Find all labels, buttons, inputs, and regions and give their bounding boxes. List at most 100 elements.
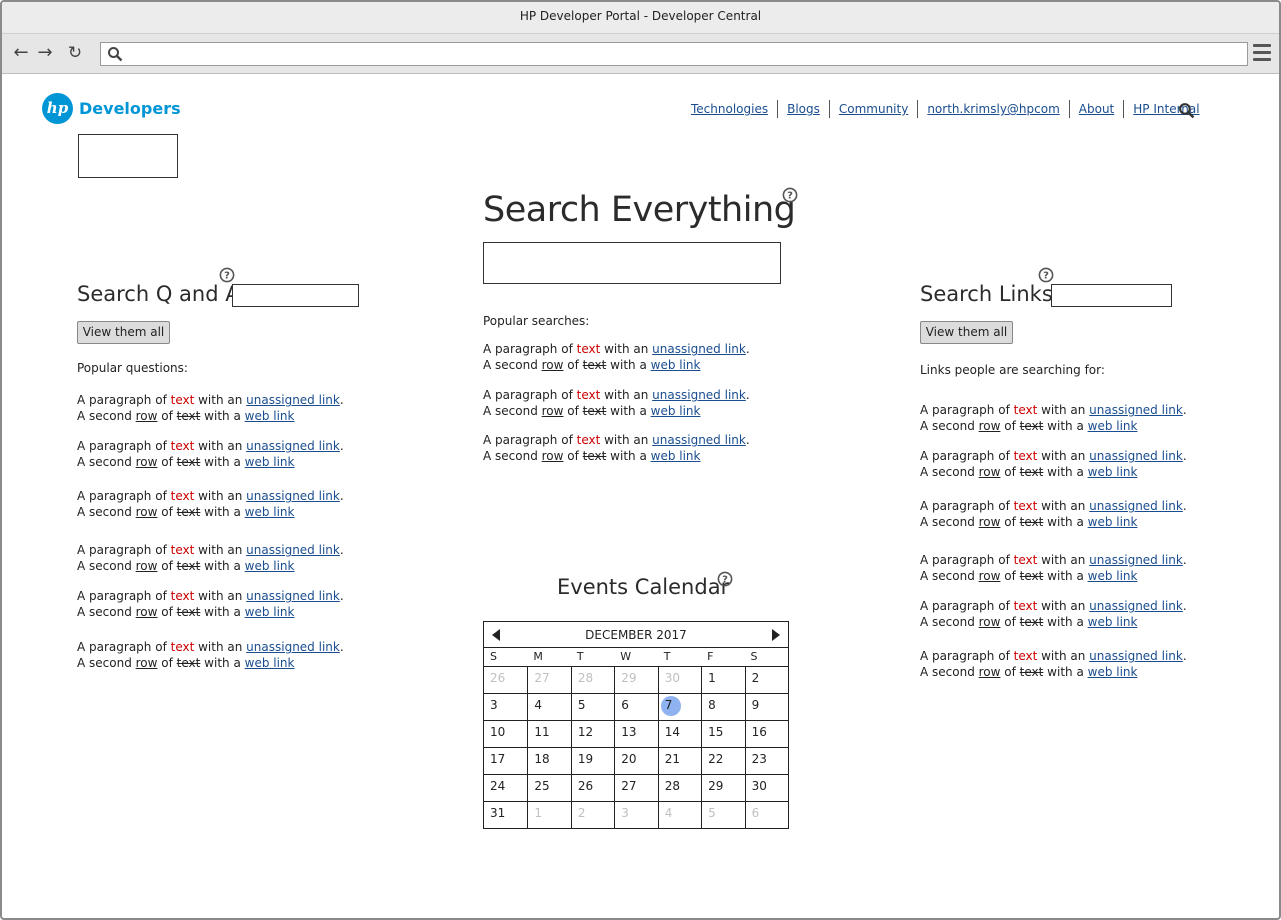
calendar-day[interactable]: 8: [701, 693, 745, 720]
calendar-day[interactable]: 26: [570, 774, 615, 801]
calendar-day[interactable]: 4: [657, 801, 702, 828]
web-link[interactable]: web link: [1088, 419, 1138, 433]
red-text: text: [170, 439, 195, 453]
calendar-day[interactable]: 14: [657, 720, 702, 747]
nav-technologies[interactable]: Technologies: [682, 100, 777, 118]
image-placeholder: [78, 134, 178, 178]
calendar-day[interactable]: 1: [701, 666, 745, 693]
calendar-day[interactable]: 5: [570, 693, 615, 720]
calendar-day[interactable]: 18: [527, 747, 571, 774]
help-icon[interactable]: ?: [717, 571, 733, 587]
calendar-day[interactable]: 28: [570, 666, 615, 693]
nav-hp-internal[interactable]: HP Internal: [1123, 100, 1208, 118]
search-everything-input[interactable]: [483, 242, 781, 284]
web-link[interactable]: web link: [1088, 515, 1138, 529]
calendar-day[interactable]: 24: [484, 774, 528, 801]
calendar-day[interactable]: 30: [744, 774, 788, 801]
calendar-day[interactable]: 2: [744, 666, 788, 693]
help-icon[interactable]: ?: [219, 267, 235, 283]
calendar-day[interactable]: 4: [527, 693, 571, 720]
unassigned-link[interactable]: unassigned link: [1089, 499, 1183, 513]
calendar-day[interactable]: 10: [484, 720, 528, 747]
web-link[interactable]: web link: [1088, 465, 1138, 479]
web-link[interactable]: web link: [245, 505, 295, 519]
calendar-day[interactable]: 1: [527, 801, 571, 828]
calendar-day[interactable]: 17: [484, 747, 528, 774]
unassigned-link[interactable]: unassigned link: [1089, 403, 1183, 417]
qa-view-all-button[interactable]: View them all: [77, 321, 170, 344]
paragraph-item: A paragraph of text with an unassigned l…: [483, 342, 750, 372]
calendar-day[interactable]: 22: [701, 747, 745, 774]
web-link[interactable]: web link: [651, 404, 701, 418]
calendar-day[interactable]: 29: [614, 666, 658, 693]
calendar-day[interactable]: 6: [744, 801, 788, 828]
prev-month-icon[interactable]: [492, 629, 500, 641]
calendar-day[interactable]: 26: [484, 666, 528, 693]
web-link[interactable]: web link: [245, 605, 295, 619]
hp-logo[interactable]: hp Developers: [42, 93, 181, 124]
web-link[interactable]: web link: [245, 409, 295, 423]
unassigned-link[interactable]: unassigned link: [652, 388, 746, 402]
unassigned-link[interactable]: unassigned link: [246, 393, 340, 407]
calendar-day[interactable]: 23: [744, 747, 788, 774]
unassigned-link[interactable]: unassigned link: [1089, 599, 1183, 613]
calendar-day[interactable]: 31: [484, 801, 528, 828]
nav-about[interactable]: About: [1068, 100, 1123, 118]
calendar-day[interactable]: 5: [701, 801, 745, 828]
calendar-day[interactable]: 3: [614, 801, 658, 828]
calendar-day[interactable]: 27: [614, 774, 658, 801]
unassigned-link[interactable]: unassigned link: [1089, 553, 1183, 567]
nav-community[interactable]: Community: [828, 100, 917, 118]
web-link[interactable]: web link: [245, 656, 295, 670]
calendar-day[interactable]: 11: [527, 720, 571, 747]
calendar-day[interactable]: 20: [614, 747, 658, 774]
calendar-day[interactable]: 15: [701, 720, 745, 747]
web-link[interactable]: web link: [651, 449, 701, 463]
underlined-text: row: [541, 358, 564, 372]
calendar-day[interactable]: 25: [527, 774, 571, 801]
search-icon[interactable]: [1178, 102, 1195, 119]
menu-icon[interactable]: [1253, 44, 1271, 62]
calendar-day[interactable]: 12: [570, 720, 615, 747]
calendar-day[interactable]: 30: [657, 666, 702, 693]
unassigned-link[interactable]: unassigned link: [652, 433, 746, 447]
links-view-all-button[interactable]: View them all: [920, 321, 1013, 344]
unassigned-link[interactable]: unassigned link: [246, 439, 340, 453]
calendar-day[interactable]: 29: [701, 774, 745, 801]
unassigned-link[interactable]: unassigned link: [246, 543, 340, 557]
calendar-day-selected[interactable]: 7: [657, 693, 702, 720]
calendar-day[interactable]: 6: [614, 693, 658, 720]
web-link[interactable]: web link: [1088, 665, 1138, 679]
calendar-day[interactable]: 19: [570, 747, 615, 774]
unassigned-link[interactable]: unassigned link: [246, 589, 340, 603]
forward-arrow-icon[interactable]: →: [34, 42, 56, 64]
web-link[interactable]: web link: [245, 559, 295, 573]
back-arrow-icon[interactable]: ←: [10, 42, 32, 64]
calendar-day[interactable]: 27: [527, 666, 571, 693]
calendar-day[interactable]: 21: [657, 747, 702, 774]
calendar-day[interactable]: 28: [657, 774, 702, 801]
calendar-day[interactable]: 13: [614, 720, 658, 747]
next-month-icon[interactable]: [772, 629, 780, 641]
unassigned-link[interactable]: unassigned link: [1089, 649, 1183, 663]
web-link[interactable]: web link: [1088, 615, 1138, 629]
help-icon[interactable]: ?: [782, 187, 798, 203]
unassigned-link[interactable]: unassigned link: [246, 640, 340, 654]
web-link[interactable]: web link: [651, 358, 701, 372]
unassigned-link[interactable]: unassigned link: [1089, 449, 1183, 463]
web-link[interactable]: web link: [1088, 569, 1138, 583]
help-icon[interactable]: ?: [1038, 267, 1054, 283]
calendar-day[interactable]: 3: [484, 693, 528, 720]
calendar-day[interactable]: 16: [744, 720, 788, 747]
unassigned-link[interactable]: unassigned link: [246, 489, 340, 503]
search-qa-input[interactable]: [232, 284, 359, 307]
nav-blogs[interactable]: Blogs: [777, 100, 829, 118]
address-bar[interactable]: [100, 42, 1248, 66]
nav-user-email[interactable]: north.krimsly@hpcom: [917, 100, 1068, 118]
search-links-input[interactable]: [1051, 284, 1172, 307]
web-link[interactable]: web link: [245, 455, 295, 469]
calendar-day[interactable]: 2: [570, 801, 615, 828]
calendar-day[interactable]: 9: [744, 693, 788, 720]
unassigned-link[interactable]: unassigned link: [652, 342, 746, 356]
reload-icon[interactable]: ↻: [64, 42, 86, 64]
